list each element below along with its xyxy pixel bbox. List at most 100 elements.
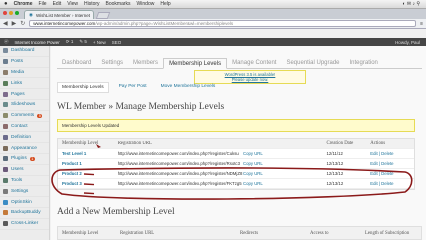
comments-icon[interactable]: ✎ 5 xyxy=(79,39,87,45)
level-name-link[interactable]: Product 1 xyxy=(58,161,116,166)
reload-button[interactable]: ↻ xyxy=(20,20,25,27)
copy-url-link[interactable]: Copy URL xyxy=(243,181,327,186)
sidebar-item-appearance[interactable]: Appearance xyxy=(0,143,49,154)
url-field[interactable]: www.internetincomepower.com/wp-admin/adm… xyxy=(29,20,417,27)
page-title: WL Member » Manage Membership Levels xyxy=(57,102,225,112)
tab-settings[interactable]: Settings xyxy=(96,57,128,68)
menu-bookmarks[interactable]: Bookmarks xyxy=(106,1,131,7)
add-col-access: Access to xyxy=(310,230,329,236)
level-name-link[interactable]: Product 3 xyxy=(58,181,116,186)
sidebar-item-icon xyxy=(3,59,8,65)
sidebar-item-icon xyxy=(3,48,8,54)
tab-title: WishList Member › Internet xyxy=(35,12,90,18)
sidebar-item-label: Cross-Linker xyxy=(11,221,39,227)
close-window-icon[interactable] xyxy=(3,11,7,15)
sidebar-item-backupbuddy[interactable]: BackupBuddy xyxy=(0,208,49,219)
levels-table: Membership Level Registration URL Creati… xyxy=(57,138,415,190)
seo-menu[interactable]: SEO xyxy=(112,40,122,45)
new-content-button[interactable]: + New xyxy=(93,40,106,45)
update-now-link[interactable]: Please update now. xyxy=(232,77,269,82)
menu-view[interactable]: View xyxy=(67,1,78,7)
forward-button[interactable]: ▶ xyxy=(12,20,17,27)
tab-sequential-upgrade[interactable]: Sequential Upgrade xyxy=(281,57,344,68)
sidebar-item-icon xyxy=(3,188,8,194)
sidebar-item-posts[interactable]: Posts xyxy=(0,57,49,68)
sidebar-item-icon xyxy=(3,221,8,227)
sidebar-item-label: Tools xyxy=(11,177,23,183)
sidebar-item-label: OptinSkin xyxy=(11,199,32,205)
tab-dashboard[interactable]: Dashboard xyxy=(57,57,96,68)
sidebar-item-dashboard[interactable]: Dashboard xyxy=(0,46,49,57)
sidebar-item-icon xyxy=(3,102,8,108)
col-level[interactable]: Membership Level xyxy=(58,141,116,146)
sidebar-item-contact[interactable]: Contact xyxy=(0,122,49,133)
subtab-move-membership-levels[interactable]: Move Membership Levels xyxy=(157,82,220,93)
level-name-link[interactable]: Test Level 1 xyxy=(58,151,116,156)
sidebar-item-icon xyxy=(3,177,8,183)
browser-menu-icon[interactable]: ≡ xyxy=(420,21,423,27)
edit-delete-actions[interactable]: Edit | Delete xyxy=(370,151,414,156)
sidebar-item-optinskin[interactable]: OptinSkin xyxy=(0,197,49,208)
menu-window[interactable]: Window xyxy=(137,1,155,7)
howdy-user[interactable]: Howdy, Paul xyxy=(395,40,420,45)
tab-integration[interactable]: Integration xyxy=(345,57,383,68)
sidebar-item-comments[interactable]: Comments 5 xyxy=(0,111,49,122)
sidebar-item-icon xyxy=(3,69,8,75)
browser-tab[interactable]: ◉ WishList Member › Internet × xyxy=(24,10,94,19)
menu-edit[interactable]: Edit xyxy=(53,1,62,7)
sidebar-item-plugins[interactable]: Plugins 1 xyxy=(0,154,49,165)
app-menu[interactable]: Chrome xyxy=(14,1,33,7)
sidebar-item-definition[interactable]: Definition xyxy=(0,132,49,144)
zoom-window-icon[interactable] xyxy=(15,11,19,15)
add-col-regurl: Registration URL xyxy=(120,230,155,236)
wp-logo-icon[interactable]: ⓦ xyxy=(4,39,9,45)
tab-manage-content[interactable]: Manage Content xyxy=(227,57,281,68)
registration-url: http://www.internetincomepower.com/index… xyxy=(117,181,242,186)
updated-message: Membership Levels Updated xyxy=(57,119,415,132)
sidebar-item-icon xyxy=(3,145,8,151)
subtab-membership-levels[interactable]: Membership Levels xyxy=(57,82,109,93)
edit-delete-actions[interactable]: Edit | Delete xyxy=(370,171,414,176)
sidebar-item-users[interactable]: Users xyxy=(0,165,49,176)
copy-url-link[interactable]: Copy URL xyxy=(243,161,327,166)
creation-date: 12/13/12 xyxy=(326,161,344,166)
sidebar-item-icon xyxy=(3,113,8,119)
sidebar-item-icon xyxy=(3,199,8,205)
menu-help[interactable]: Help xyxy=(160,1,170,7)
menu-history[interactable]: History xyxy=(84,1,100,7)
updates-icon[interactable]: ⟳ 1 xyxy=(66,39,74,45)
url-host: www.internetincomepower.com xyxy=(33,21,96,26)
sidebar-item-label: Dashboard xyxy=(11,48,35,54)
sidebar-item-settings[interactable]: Settings xyxy=(0,186,49,198)
sidebar-item-media[interactable]: Media xyxy=(0,68,49,79)
col-date[interactable]: Creation Date xyxy=(326,141,370,146)
table-row: Product 3 http://www.internetincomepower.… xyxy=(58,179,414,189)
table-header: Membership Level Registration URL Creati… xyxy=(58,139,414,149)
menu-file[interactable]: File xyxy=(39,1,47,7)
level-name-link[interactable]: Product 2 xyxy=(58,171,116,176)
subtab-pay-per-post[interactable]: Pay Per Post xyxy=(115,82,151,93)
sidebar-item-icon xyxy=(3,123,8,129)
copy-url-link[interactable]: Copy URL xyxy=(243,151,327,156)
site-name-link[interactable]: Internet Income Power xyxy=(15,40,60,45)
tab-close-icon[interactable]: × xyxy=(93,13,94,18)
sidebar-item-label: Pages xyxy=(11,91,25,97)
sidebar-item-tools[interactable]: Tools xyxy=(0,176,49,187)
copy-url-link[interactable]: Copy URL xyxy=(243,171,327,176)
sidebar-badge: 5 xyxy=(37,113,43,118)
edit-delete-actions[interactable]: Edit | Delete xyxy=(370,181,414,186)
minimize-window-icon[interactable] xyxy=(9,11,13,15)
sidebar-item-label: Users xyxy=(11,167,24,173)
sidebar-item-cross-linker[interactable]: Cross-Linker xyxy=(0,219,49,230)
back-button[interactable]: ◀ xyxy=(3,20,8,27)
tab-members[interactable]: Members xyxy=(128,57,163,68)
tab-membership-levels[interactable]: Membership Levels xyxy=(163,58,228,69)
add-col-level: Membership Level xyxy=(62,230,99,236)
new-tab-button[interactable] xyxy=(95,12,111,19)
url-path: /wp-admin/admin.php?page=WishListMember&… xyxy=(95,21,234,26)
apple-icon[interactable]: ● xyxy=(4,1,8,7)
sidebar-item-links[interactable]: Links xyxy=(0,78,49,90)
sidebar-item-pages[interactable]: Pages xyxy=(0,89,49,100)
edit-delete-actions[interactable]: Edit | Delete xyxy=(370,161,414,166)
sidebar-item-slideshows[interactable]: Slideshows xyxy=(0,100,49,111)
